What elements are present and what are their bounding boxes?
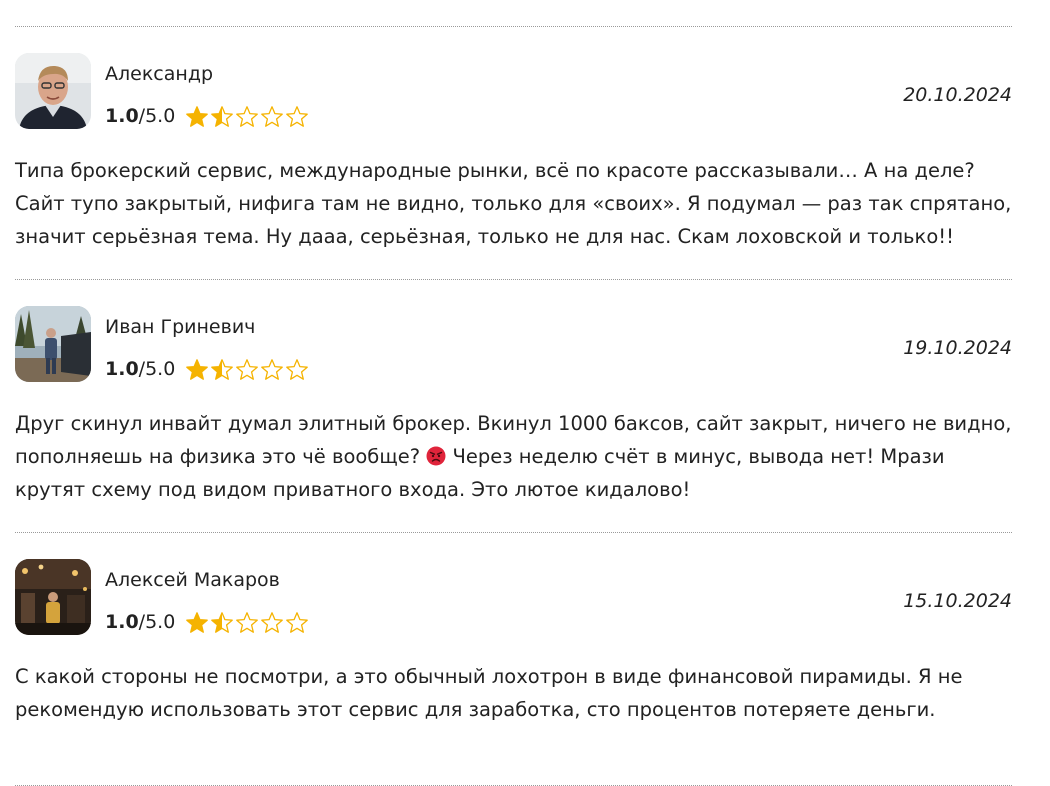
star-half-icon [210, 105, 234, 129]
avatar [15, 53, 91, 129]
avatar [15, 306, 91, 382]
star-half-icon [210, 358, 234, 382]
rating-max: /5.0 [138, 611, 176, 633]
rating-score: 1.0 [105, 358, 139, 380]
review-rating: 1.0/5.0 [105, 104, 310, 128]
avatar [15, 559, 91, 635]
review-card: Александр 1.0/5.0 20.10.2024 Типа брокер… [15, 27, 1012, 279]
rating-max: /5.0 [138, 358, 176, 380]
star-empty-icon [260, 105, 284, 129]
review-rating: 1.0/5.0 [105, 610, 310, 634]
review-date: 19.10.2024 [903, 337, 1012, 359]
star-empty-icon [285, 611, 309, 635]
review-date: 20.10.2024 [903, 84, 1012, 106]
review-date: 15.10.2024 [903, 590, 1012, 612]
review-rating: 1.0/5.0 [105, 357, 310, 381]
star-full-icon [185, 105, 209, 129]
rating-max: /5.0 [138, 105, 176, 127]
star-empty-icon [235, 105, 259, 129]
reviews-list: Александр 1.0/5.0 20.10.2024 Типа брокер… [15, 26, 1012, 786]
star-empty-icon [235, 358, 259, 382]
review-author: Алексей Макаров [105, 569, 280, 591]
star-empty-icon [260, 611, 284, 635]
rating-score: 1.0 [105, 105, 139, 127]
star-empty-icon [235, 611, 259, 635]
star-half-icon [210, 611, 234, 635]
review-card: Алексей Макаров 1.0/5.0 15.10.2024 С как… [15, 533, 1012, 785]
angry-face-icon [426, 446, 446, 466]
star-full-icon [185, 358, 209, 382]
review-author: Иван Гриневич [105, 316, 256, 338]
review-text: Типа брокерский сервис, международные ры… [15, 159, 1012, 248]
star-full-icon [185, 611, 209, 635]
review-card: Иван Гриневич 1.0/5.0 19.10.2024 Друг ск… [15, 280, 1012, 532]
star-empty-icon [285, 358, 309, 382]
rating-score: 1.0 [105, 611, 139, 633]
review-text: Друг скинул инвайт думал элитный брокер.… [15, 407, 1012, 506]
review-author: Александр [105, 63, 214, 85]
rating-stars [185, 105, 310, 129]
review-text: С какой стороны не посмотри, а это обычн… [15, 665, 963, 721]
rating-stars [185, 611, 310, 635]
rating-stars [185, 358, 310, 382]
star-empty-icon [285, 105, 309, 129]
star-empty-icon [260, 358, 284, 382]
